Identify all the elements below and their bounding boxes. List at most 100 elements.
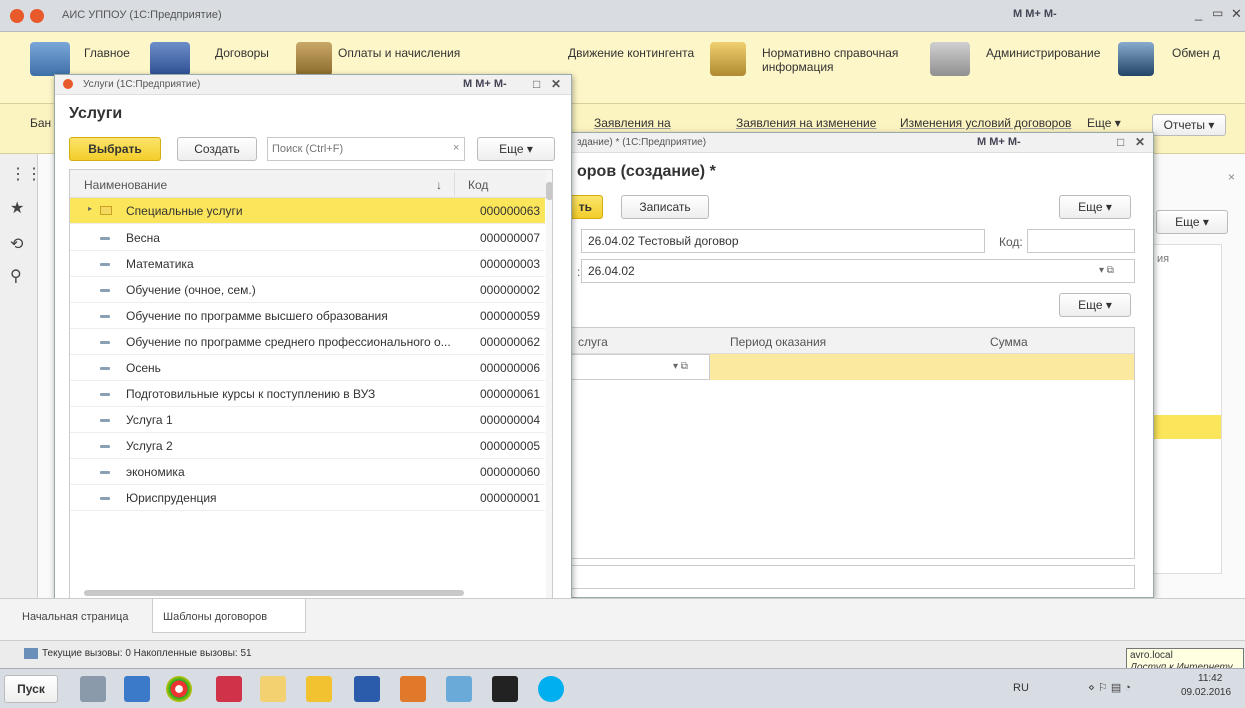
create-button[interactable]: Создать — [177, 137, 257, 161]
sort-arrow-icon[interactable]: ↓ — [436, 178, 442, 192]
tray-icons[interactable]: ⋄ ⚐ ▤ ◔ — [1088, 681, 1131, 694]
specialty-field[interactable]: 26.04.02 — [581, 259, 1135, 283]
select-button[interactable]: Выбрать — [69, 137, 161, 161]
list-item[interactable]: Подготовильные курсы к поступлению в ВУЗ… — [70, 381, 545, 407]
list-item[interactable]: Осень 000000006 — [70, 355, 545, 381]
list-item[interactable]: Весна 000000007 — [70, 225, 545, 251]
section-admin[interactable]: Администрирование — [986, 46, 1100, 60]
section-contracts[interactable]: Договоры — [215, 46, 269, 60]
list-item[interactable]: Обучение (очное, сем.) 000000002 — [70, 277, 545, 303]
section-exchange[interactable]: Обмен д — [1172, 46, 1220, 60]
chrome-icon[interactable] — [166, 676, 192, 702]
explorer-icon[interactable] — [260, 676, 286, 702]
services-maximize-icon[interactable]: □ — [533, 77, 540, 91]
services-list[interactable]: Наименование ↓ Код ▸ Специальные услуги … — [69, 169, 553, 599]
bg-list[interactable]: ия — [1152, 244, 1222, 574]
bg-close-icon[interactable]: × — [1228, 170, 1235, 184]
abacus-icon[interactable] — [296, 42, 332, 76]
list-item[interactable]: Юриспруденция 000000001 — [70, 485, 545, 511]
app-icon[interactable] — [216, 676, 242, 702]
section-contingent[interactable]: Движение контингента — [568, 46, 694, 60]
link-change-applications[interactable]: Заявления на изменение — [736, 116, 876, 130]
contract-mm-buttons[interactable]: M M+ M- — [977, 136, 1021, 148]
contract-name-field[interactable]: 26.04.02 Тестовый договор — [581, 229, 985, 253]
restore-icon[interactable]: ▭ — [1212, 6, 1223, 20]
close-icon[interactable]: ✕ — [1231, 6, 1242, 22]
start-button[interactable]: Пуск — [4, 675, 58, 703]
specialty-dropdown-icon[interactable]: ▾ ⧉ — [1099, 265, 1114, 276]
app-menu-icon[interactable] — [30, 9, 44, 23]
list-item[interactable]: Услуга 1 000000004 — [70, 407, 545, 433]
list-item[interactable]: Обучение по программе высшего образовани… — [70, 303, 545, 329]
services-more-button[interactable]: Еще ▾ — [477, 137, 555, 161]
notes-icon[interactable] — [446, 676, 472, 702]
powershell-icon[interactable] — [124, 676, 150, 702]
save-button[interactable]: Записать — [621, 195, 709, 219]
contract-close-icon[interactable]: ✕ — [1135, 135, 1145, 149]
list-item[interactable]: Математика 000000003 — [70, 251, 545, 277]
col-period[interactable]: Период оказания — [730, 335, 826, 349]
bg-selected-row[interactable] — [1153, 415, 1221, 439]
tab-contract-templates[interactable]: Шаблоны договоров — [152, 599, 306, 633]
service-cell-editor[interactable]: ▾ ⧉ — [570, 354, 710, 380]
service-dropdown-icon[interactable]: ▾ ⧉ — [673, 361, 688, 372]
clock-time[interactable]: 11:42 — [1198, 673, 1222, 684]
table-row[interactable]: ▾ ⧉ — [570, 354, 1134, 380]
services-mm-buttons[interactable]: M M+ M- — [463, 78, 507, 90]
subbar-more-button[interactable]: Еще ▾ — [1087, 116, 1121, 130]
favorites-star-icon[interactable]: ★ — [10, 198, 24, 218]
contracts-icon[interactable] — [150, 42, 190, 76]
tab-home[interactable]: Начальная страница — [12, 599, 138, 633]
search-clear-icon[interactable]: × — [453, 142, 459, 154]
col-code[interactable]: Код — [468, 178, 488, 192]
table-more-button[interactable]: Еще ▾ — [1059, 293, 1131, 317]
link-contract-changes[interactable]: Изменения условий договоров — [900, 116, 1071, 130]
section-payments[interactable]: Оплаты и начисления — [338, 46, 460, 60]
list-item[interactable]: Услуга 2 000000005 — [70, 433, 545, 459]
services-table[interactable]: слуга Период оказания Сумма ▾ ⧉ — [569, 327, 1135, 559]
col-name[interactable]: Наименование — [84, 178, 167, 192]
contract-maximize-icon[interactable]: □ — [1117, 135, 1124, 149]
horizontal-scrollbar[interactable] — [84, 590, 464, 596]
expand-icon[interactable]: ▸ — [88, 204, 92, 213]
item-code: 000000063 — [480, 204, 541, 218]
col-sum[interactable]: Сумма — [990, 335, 1028, 349]
app-logo-icon[interactable] — [10, 9, 24, 23]
reports-button[interactable]: Отчеты ▾ — [1152, 114, 1226, 136]
section-nsi[interactable]: Нормативно справочная информация — [762, 46, 912, 74]
network-app-icon[interactable] — [80, 676, 106, 702]
history-icon[interactable]: ⟲ — [10, 234, 23, 254]
table-header: слуга Период оказания Сумма — [570, 328, 1134, 354]
skype-icon[interactable] — [538, 676, 564, 702]
comment-field[interactable] — [569, 565, 1135, 589]
cmd-icon[interactable] — [492, 676, 518, 702]
link-applications[interactable]: Заявления на — [594, 116, 671, 130]
tools-icon[interactable] — [930, 42, 970, 76]
list-item[interactable]: ▸ Специальные услуги 000000063 — [70, 198, 545, 224]
services-close-icon[interactable]: ✕ — [551, 77, 561, 91]
home-icon[interactable] — [30, 42, 70, 76]
scroll-thumb[interactable] — [546, 182, 552, 200]
vertical-scrollbar[interactable] — [546, 170, 552, 598]
bg-more-button[interactable]: Еще ▾ — [1156, 210, 1228, 234]
mm-buttons[interactable]: M M+ M- — [1013, 8, 1057, 20]
books-icon[interactable] — [710, 42, 746, 76]
status-text: Текущие вызовы: 0 Накопленные вызовы: 51 — [42, 648, 252, 659]
word-icon[interactable] — [354, 676, 380, 702]
folder-icon — [100, 206, 112, 215]
language-indicator[interactable]: RU — [1013, 682, 1029, 694]
onec-icon[interactable] — [306, 676, 332, 702]
list-item[interactable]: Обучение по программе среднего профессио… — [70, 329, 545, 355]
outlook-icon[interactable] — [400, 676, 426, 702]
code-field[interactable] — [1027, 229, 1135, 253]
search-icon[interactable]: ⚲ — [10, 266, 22, 286]
section-main[interactable]: Главное — [84, 46, 130, 60]
search-input[interactable] — [267, 137, 465, 161]
list-item[interactable]: экономика 000000060 — [70, 459, 545, 485]
subbar-left-label[interactable]: Бан — [30, 116, 51, 130]
exchange-icon[interactable] — [1118, 42, 1154, 76]
col-service[interactable]: слуга — [578, 335, 608, 349]
minimize-icon[interactable]: _ — [1195, 6, 1202, 21]
contract-more-button[interactable]: Еще ▾ — [1059, 195, 1131, 219]
clock-date[interactable]: 09.02.2016 — [1181, 687, 1231, 698]
